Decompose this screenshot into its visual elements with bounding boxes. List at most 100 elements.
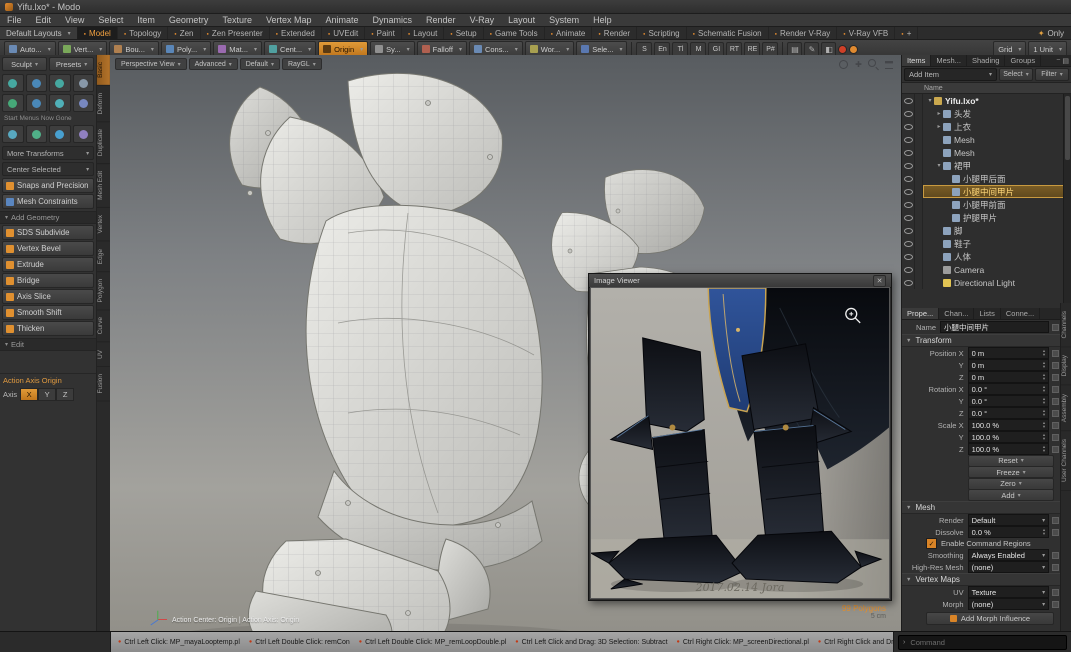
- ball-tool-icon[interactable]: [49, 125, 71, 143]
- tree-row[interactable]: Yifu.lxo*: [902, 94, 1071, 107]
- visibility-eye-icon[interactable]: [902, 250, 915, 263]
- expand-arrow-icon[interactable]: [926, 97, 934, 104]
- channel-dot[interactable]: [1052, 386, 1059, 393]
- menu-item[interactable]: Render: [419, 15, 463, 25]
- layout-tab[interactable]: Zen: [168, 27, 200, 39]
- visibility-eye-icon[interactable]: [902, 185, 915, 198]
- layout-tab[interactable]: Scripting: [637, 27, 687, 39]
- properties-panel-tab[interactable]: Chan...: [939, 308, 974, 319]
- spinner-icon[interactable]: [1043, 421, 1045, 429]
- toolbox-vertical-tab[interactable]: Deform: [97, 86, 110, 122]
- close-icon[interactable]: [873, 275, 886, 287]
- properties-panel-tab[interactable]: Conne...: [1001, 308, 1040, 319]
- menu-item[interactable]: File: [0, 15, 29, 25]
- visibility-eye-icon[interactable]: [902, 159, 915, 172]
- tree-name-header[interactable]: Name: [902, 82, 1071, 94]
- geometry-tool-button[interactable]: Extrude: [2, 257, 94, 272]
- layout-tab[interactable]: Zen Presenter: [201, 27, 270, 39]
- items-panel-tab[interactable]: Mesh...: [931, 55, 967, 66]
- channel-dot[interactable]: [1052, 398, 1059, 405]
- sculpt-mode-dropdown[interactable]: Sculpt: [2, 57, 47, 71]
- menu-item[interactable]: V-Ray: [463, 15, 502, 25]
- dissolve-field[interactable]: 0.0 %: [968, 526, 1050, 538]
- geometry-tool-button[interactable]: Vertex Bevel: [2, 241, 94, 256]
- channel-dot[interactable]: [1052, 446, 1059, 453]
- axis-z-button[interactable]: Z: [56, 388, 74, 401]
- layout-tab[interactable]: Animate: [545, 27, 593, 39]
- type-tool-icon[interactable]: [73, 94, 95, 112]
- image-viewer-content[interactable]: 2017.02.14 Jora: [590, 287, 890, 599]
- menu-item[interactable]: Geometry: [162, 15, 216, 25]
- spinner-icon[interactable]: [1043, 528, 1045, 536]
- channel-dot[interactable]: [1052, 422, 1059, 429]
- menu-item[interactable]: Vertex Map: [259, 15, 319, 25]
- tree-row[interactable]: 裙甲: [902, 159, 1071, 172]
- center-selected-dropdown[interactable]: Center Selected: [2, 162, 94, 176]
- expand-arrow-icon[interactable]: [935, 123, 943, 130]
- tree-row[interactable]: 人体: [902, 250, 1071, 263]
- geometry-tool-button[interactable]: Thicken: [2, 321, 94, 336]
- value-field[interactable]: 100.0 %: [968, 419, 1050, 431]
- layout-tab[interactable]: Setup: [444, 27, 483, 39]
- command-box[interactable]: ›: [898, 635, 1067, 650]
- toolbox-vertical-tab[interactable]: Edge: [97, 242, 110, 272]
- orbit-icon[interactable]: [838, 59, 849, 70]
- menu-item[interactable]: System: [542, 15, 586, 25]
- right-vertical-tab[interactable]: User Channels: [1061, 431, 1071, 491]
- layout-tab[interactable]: +: [895, 27, 918, 39]
- tree-row[interactable]: 小腿甲后面: [902, 172, 1071, 185]
- value-field[interactable]: 0.0 °: [968, 395, 1050, 407]
- capsule-tool-icon[interactable]: [26, 94, 48, 112]
- toolbox-vertical-tab[interactable]: Basic: [97, 55, 110, 86]
- spinner-icon[interactable]: [1043, 385, 1045, 393]
- toolbox-vertical-tab[interactable]: Vertex: [97, 208, 110, 241]
- text-tool-icon[interactable]: [73, 74, 95, 92]
- menu-item[interactable]: Edit: [29, 15, 59, 25]
- spinner-icon[interactable]: [1043, 349, 1045, 357]
- items-panel-tab[interactable]: Shading: [967, 55, 1006, 66]
- items-panel-tab[interactable]: Groups: [1005, 55, 1041, 66]
- spinner-icon[interactable]: [1043, 433, 1045, 441]
- visibility-eye-icon[interactable]: [902, 276, 915, 289]
- viewport-header-tab[interactable]: RayGL: [282, 58, 322, 70]
- spinner-icon[interactable]: [1043, 373, 1045, 381]
- axis-x-button[interactable]: X: [20, 388, 38, 401]
- menu-item[interactable]: Select: [91, 15, 130, 25]
- channel-dot[interactable]: [1052, 517, 1059, 524]
- layout-tab[interactable]: Schematic Fusion: [687, 27, 769, 39]
- layout-tab[interactable]: V-Ray VFB: [837, 27, 895, 39]
- menu-item[interactable]: View: [58, 15, 91, 25]
- tree-row[interactable]: 脚: [902, 224, 1071, 237]
- transform-action-button[interactable]: Add: [968, 489, 1054, 501]
- record-orange-icon[interactable]: [849, 45, 858, 54]
- layout-tab[interactable]: Paint: [365, 27, 402, 39]
- channel-dot[interactable]: [1052, 362, 1059, 369]
- uv-dropdown[interactable]: Texture: [968, 586, 1050, 598]
- geometry-tool-button[interactable]: Smooth Shift: [2, 305, 94, 320]
- toolbox-vertical-tab[interactable]: Curve: [97, 310, 110, 342]
- layout-preset-dropdown[interactable]: Default Layouts: [0, 27, 78, 39]
- visibility-eye-icon[interactable]: [902, 146, 915, 159]
- value-field[interactable]: 0 m: [968, 347, 1050, 359]
- geometry-tool-button[interactable]: Axis Slice: [2, 289, 94, 304]
- value-field[interactable]: 0.0 °: [968, 407, 1050, 419]
- torus-tool-icon[interactable]: [2, 94, 24, 112]
- visibility-eye-icon[interactable]: [902, 211, 915, 224]
- viewport-3d[interactable]: Perspective ViewAdvancedDefaultRayGL Act…: [110, 55, 902, 632]
- menu-item[interactable]: Texture: [215, 15, 259, 25]
- smoothing-dropdown[interactable]: Always Enabled: [968, 549, 1050, 561]
- viewport-header-tab[interactable]: Advanced: [189, 58, 238, 70]
- vertex-maps-section-header[interactable]: Vertex Maps: [902, 573, 1061, 586]
- zoom-icon[interactable]: [868, 59, 879, 70]
- channel-dot[interactable]: [1052, 552, 1059, 559]
- visibility-eye-icon[interactable]: [902, 133, 915, 146]
- channel-dot[interactable]: [1052, 434, 1059, 441]
- items-panel-tab[interactable]: Items: [902, 55, 931, 66]
- tree-row[interactable]: 头发: [902, 107, 1071, 120]
- tree-row[interactable]: Camera: [902, 263, 1071, 276]
- menu-item[interactable]: Dynamics: [366, 15, 420, 25]
- channel-dot[interactable]: [1052, 601, 1059, 608]
- viewport-header-tab[interactable]: Default: [240, 58, 280, 70]
- toolbox-vertical-tab[interactable]: UV: [97, 343, 110, 367]
- visibility-eye-icon[interactable]: [902, 107, 915, 120]
